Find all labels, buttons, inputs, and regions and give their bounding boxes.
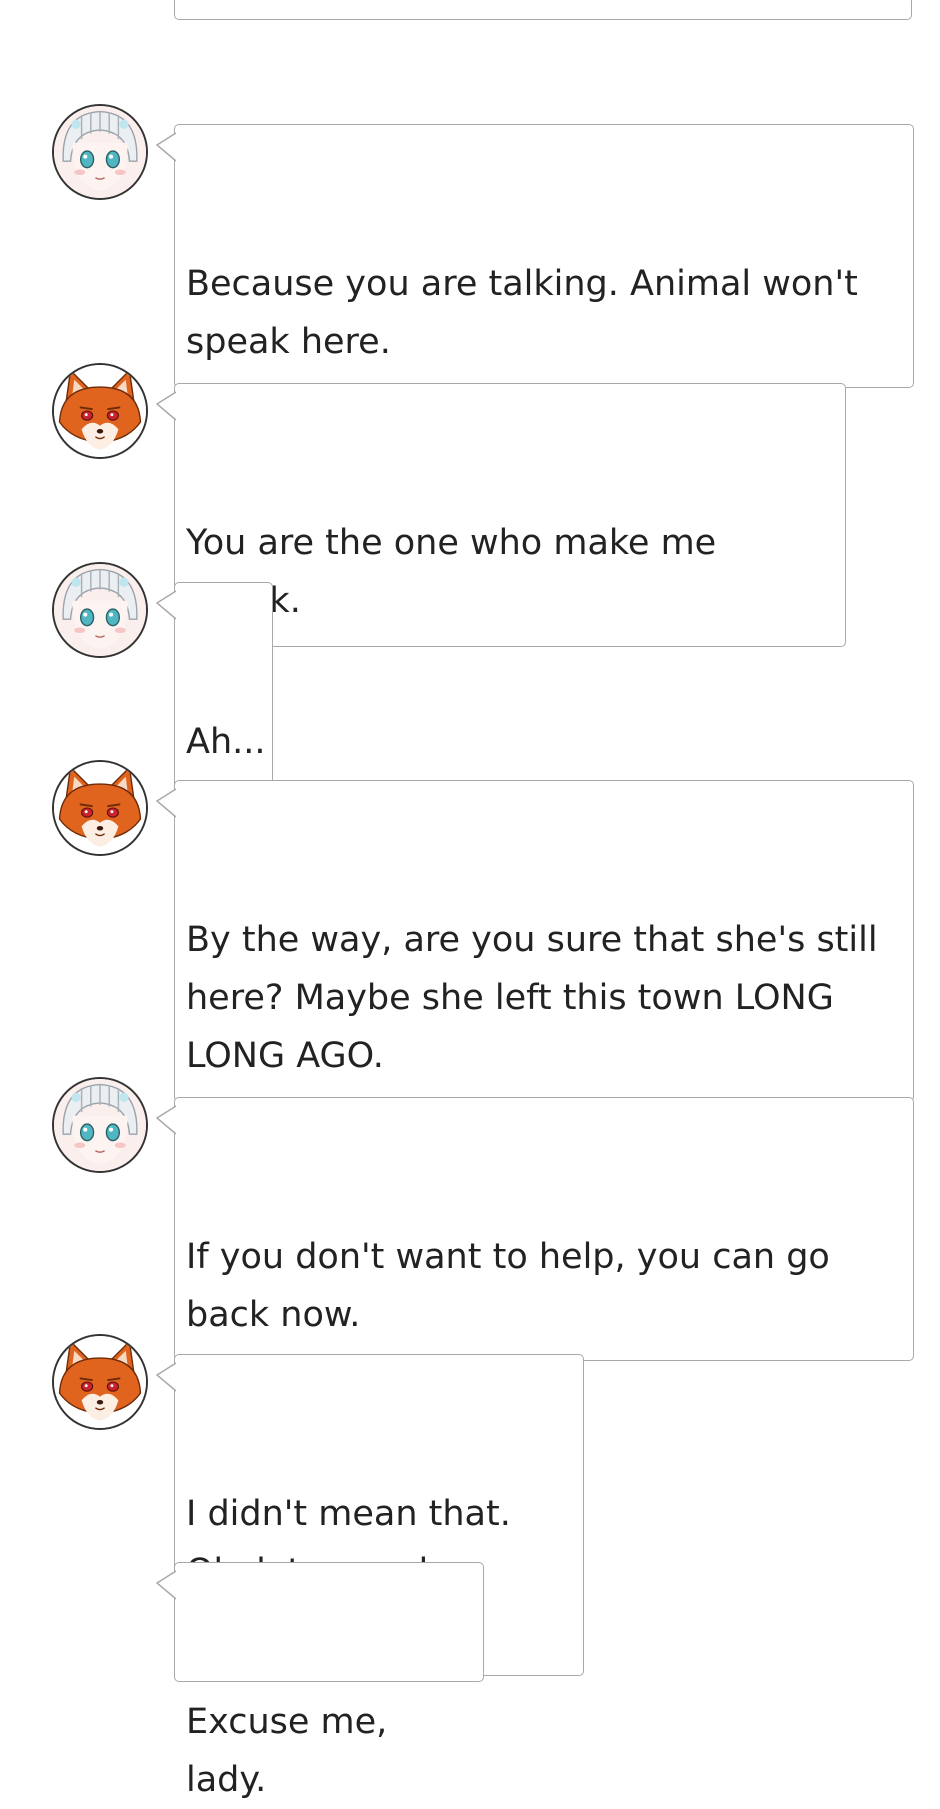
bubble-tail [156,1105,176,1135]
bubble-tail [156,788,176,818]
message-bubble: Because you are talking. Animal won't sp… [156,124,914,388]
previous-message-bubble [174,0,912,20]
message-bubble: Excuse me, lady. [156,1562,484,1800]
message-text: If you don't want to help, you can go ba… [186,1237,830,1335]
bubble-tail [156,1362,176,1392]
message-text: By the way, are you sure that she's stil… [186,920,878,1076]
message-text: Ah... [186,722,266,762]
message-text: Excuse me, lady. [186,1702,388,1800]
bubble-tail [156,132,176,162]
fox-avatar-icon [52,363,148,459]
fox-avatar-icon [52,1334,148,1430]
bubble-tail [156,590,176,620]
message-bubble: Ah... [156,582,273,788]
bubble-tail [156,391,176,421]
message-bubble: By the way, are you sure that she's stil… [156,780,914,1102]
girl-avatar-icon [52,104,148,200]
girl-avatar-icon [52,1077,148,1173]
message-bubble: You are the one who make me speak. [156,383,846,647]
girl-avatar-icon [52,562,148,658]
message-text: Because you are talking. Animal won't sp… [186,264,858,362]
fox-avatar-icon [52,760,148,856]
bubble-tail [156,1570,176,1600]
message-bubble: If you don't want to help, you can go ba… [156,1097,914,1361]
